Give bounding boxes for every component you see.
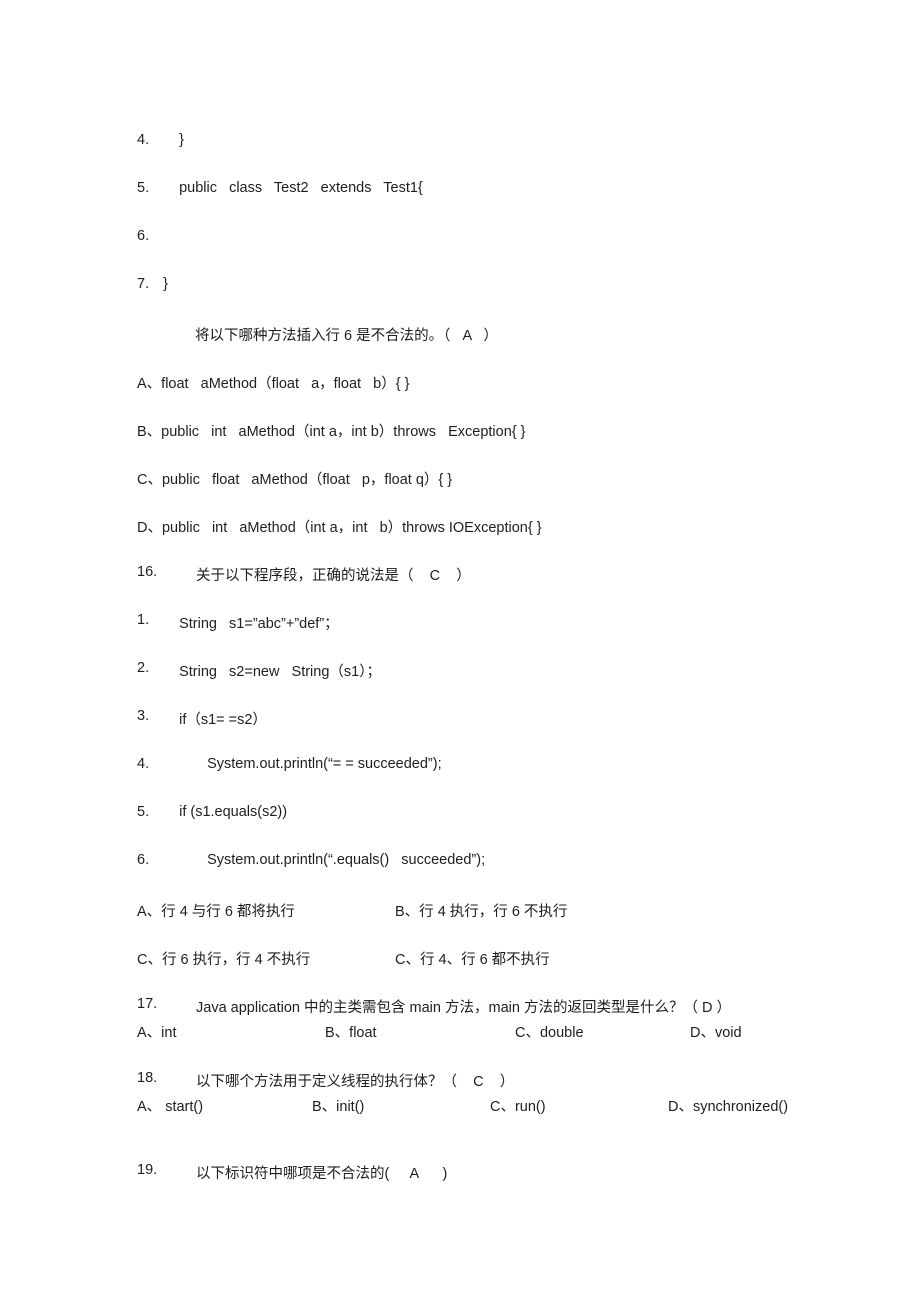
q16-code-line-4: 4. System.out.println(“= = succeeded”); [137, 756, 827, 804]
q16-code-line-5: 5. if (s1.equals(s2)) [137, 804, 827, 852]
q16-code-line-6-text: System.out.println(“.equals() succeeded”… [207, 852, 486, 868]
q16-code-line-4-number: 4. [137, 756, 150, 772]
code-line-7-text: } [163, 276, 168, 292]
question-16-heading: 16. 关于以下程序段，正确的说法是（ C ） [137, 564, 827, 612]
q18-option-b[interactable]: B、init() [312, 1095, 364, 1116]
q16-code-line-3-number: 3. [137, 708, 150, 724]
question-18-text: 以下哪个方法用于定义线程的执行体？（ C ） [196, 1074, 515, 1090]
question-16-text: 关于以下程序段，正确的说法是（ C ） [196, 568, 471, 584]
q16-code-line-5-number: 5. [137, 804, 150, 820]
q16-code-line-6-number: 6. [137, 852, 150, 868]
document-content: 4.} 5. public class Test2 extends Test1{ … [137, 132, 827, 1187]
q16-code-line-3: 3. if（s1= =s2） [137, 708, 827, 756]
q16-option-b[interactable]: B、行 4 执行，行 6 不执行 [395, 900, 567, 921]
code-line-5: 5. public class Test2 extends Test1{ [137, 180, 827, 228]
q18-option-a[interactable]: A、 start() [137, 1095, 203, 1116]
q18-option-row: A、 start() B、init() C、run() D、synchroniz… [137, 1095, 827, 1120]
code-line-7-number: 7. [137, 276, 150, 292]
q15-option-c[interactable]: C、public float aMethod（float p，float q）{… [137, 468, 827, 516]
q17-option-row: A、int B、float C、double D、void [137, 1021, 827, 1046]
q17-option-a[interactable]: A、int [137, 1021, 177, 1042]
q16-option-a[interactable]: A、行 4 与行 6 都将执行 [137, 900, 295, 921]
q16-option-row-2: C、行 6 执行，行 4 不执行 C、行 4、行 6 都不执行 [137, 948, 827, 996]
q16-code-line-1-number: 1. [137, 612, 150, 628]
q17-option-d[interactable]: D、void [690, 1021, 742, 1042]
q15-prompt: 将以下哪种方法插入行 6 是不合法的。（ A ） [195, 328, 498, 344]
code-line-5-number: 5. [137, 180, 150, 196]
q15-option-a[interactable]: A、float aMethod（float a，float b）{ } [137, 372, 827, 420]
q16-option-row-1: A、行 4 与行 6 都将执行 B、行 4 执行，行 6 不执行 [137, 900, 827, 948]
q16-option-d[interactable]: C、行 4、行 6 都不执行 [395, 948, 550, 969]
q16-option-c[interactable]: C、行 6 执行，行 4 不执行 [137, 948, 310, 969]
q16-code-line-4-text: System.out.println(“= = succeeded”); [207, 756, 442, 772]
question-16-number: 16. [137, 564, 158, 580]
question-18-heading: 18. 以下哪个方法用于定义线程的执行体？（ C ） [137, 1070, 827, 1095]
q17-option-b[interactable]: B、float [325, 1021, 377, 1042]
q16-code-line-1-text: String s1=”abc”+”def”； [179, 616, 339, 632]
q16-code-line-2-text: String s2=new String（s1）； [179, 664, 381, 680]
question-19-text: 以下标识符中哪项是不合法的( A ) [196, 1166, 448, 1182]
q18-option-d[interactable]: D、synchronized() [668, 1095, 788, 1116]
code-line-4-text: } [179, 132, 184, 148]
q16-code-line-2-number: 2. [137, 660, 150, 676]
code-line-6: 6. [137, 228, 827, 276]
code-line-4-number: 4. [137, 132, 150, 148]
q17-option-c[interactable]: C、double [515, 1021, 584, 1042]
code-line-6-number: 6. [137, 228, 150, 244]
question-17-heading: 17. Java application 中的主类需包含 main 方法，main… [137, 996, 827, 1021]
q18-option-c[interactable]: C、run() [490, 1095, 546, 1116]
q15-option-b[interactable]: B、public int aMethod（int a，int b）throws … [137, 420, 827, 468]
question-19-heading: 19. 以下标识符中哪项是不合法的( A ) [137, 1162, 827, 1187]
code-line-7: 7.} [137, 276, 827, 324]
q16-code-line-2: 2. String s2=new String（s1）； [137, 660, 827, 708]
q16-code-line-3-text: if（s1= =s2） [179, 712, 267, 728]
q16-code-line-5-text: if (s1.equals(s2)) [179, 804, 288, 820]
q16-code-line-6: 6. System.out.println(“.equals() succeede… [137, 852, 827, 900]
code-line-4: 4.} [137, 132, 827, 180]
document-page: 4.} 5. public class Test2 extends Test1{ … [0, 0, 920, 1302]
q16-code-line-1: 1. String s1=”abc”+”def”； [137, 612, 827, 660]
code-line-5-text: public class Test2 extends Test1{ [179, 180, 423, 196]
q15-option-d[interactable]: D、public int aMethod（int a，int b）throws … [137, 516, 827, 564]
question-17-text: Java application 中的主类需包含 main 方法，main 方法… [196, 1000, 731, 1016]
